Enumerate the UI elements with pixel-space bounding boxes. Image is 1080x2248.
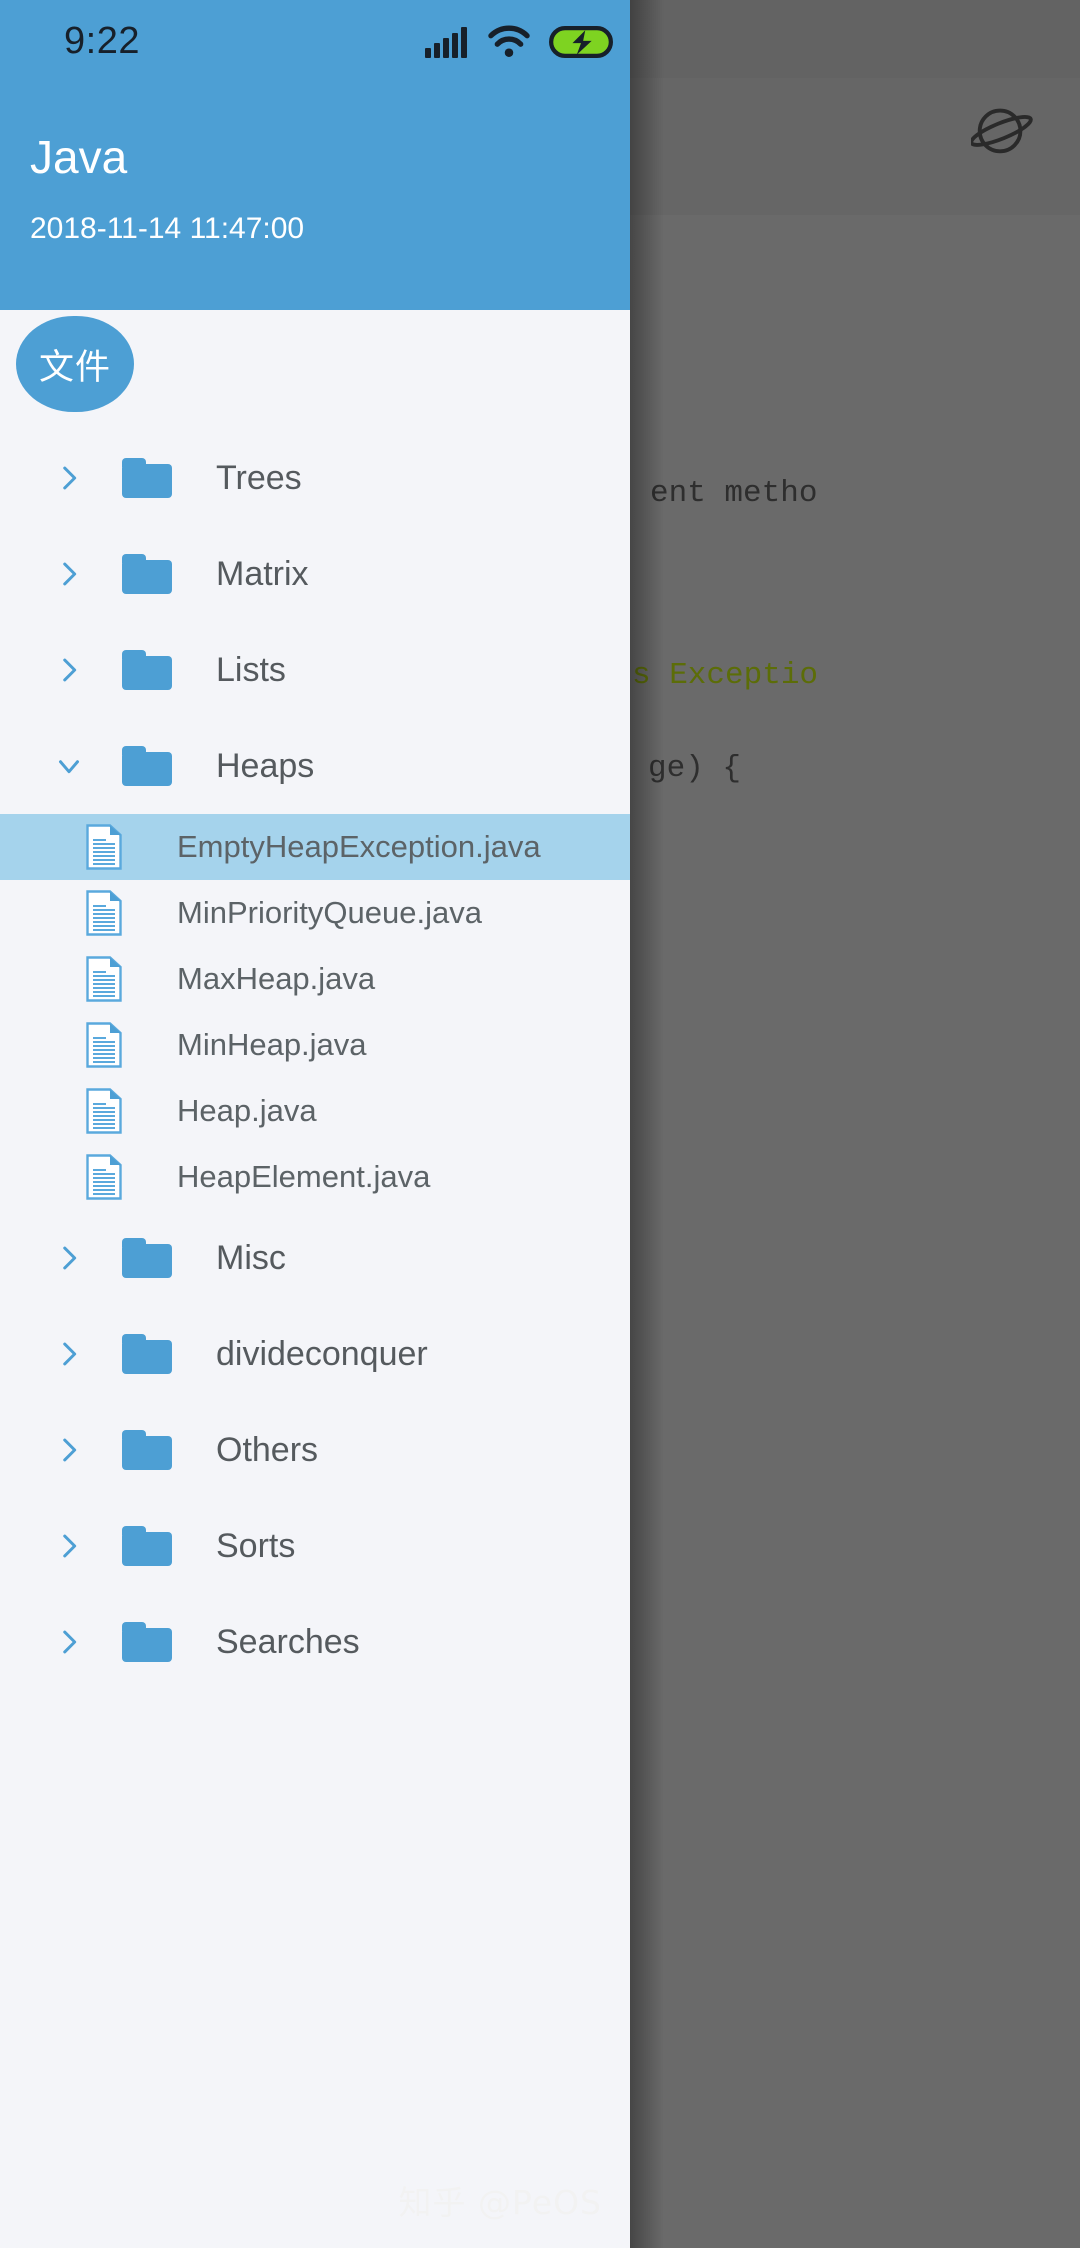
status-clock: 9:22	[64, 20, 140, 62]
file-icon	[86, 1022, 122, 1068]
tree-item-label: Searches	[216, 1622, 360, 1661]
tree-folder-row[interactable]: Searches	[0, 1594, 630, 1690]
status-bar: 9:22	[0, 0, 630, 78]
planet-icon[interactable]	[971, 98, 1033, 160]
file-icon	[86, 824, 122, 870]
folder-icon	[122, 554, 172, 594]
chevron-right-icon[interactable]	[52, 653, 86, 687]
tree-toggle[interactable]	[48, 1237, 90, 1279]
chevron-right-icon[interactable]	[52, 1433, 86, 1467]
chevron-down-icon[interactable]	[52, 749, 86, 783]
tree-toggle[interactable]	[48, 553, 90, 595]
tree-item-label: Heaps	[216, 746, 315, 785]
tree-folder-row[interactable]: Misc	[0, 1210, 630, 1306]
tree-toggle[interactable]	[48, 649, 90, 691]
chevron-right-icon[interactable]	[52, 1529, 86, 1563]
tree-toggle[interactable]	[48, 457, 90, 499]
folder-icon	[122, 650, 172, 690]
tree-file-row[interactable]: Heap.java	[0, 1078, 630, 1144]
tree-file-row[interactable]: MinHeap.java	[0, 1012, 630, 1078]
tree-folder-row[interactable]: Matrix	[0, 526, 630, 622]
file-icon	[86, 1154, 122, 1200]
tree-folder-row[interactable]: Heaps	[0, 718, 630, 814]
file-tree: Trees Matrix Lists Heaps EmptyHeapException.…	[0, 430, 630, 1690]
tree-file-row[interactable]: EmptyHeapException.java	[0, 814, 630, 880]
drawer-title: Java	[30, 131, 128, 183]
file-icon	[86, 890, 122, 936]
chevron-right-icon[interactable]	[52, 1625, 86, 1659]
tree-file-row[interactable]: MaxHeap.java	[0, 946, 630, 1012]
file-icon	[86, 956, 122, 1002]
navigation-drawer: 9:22 Java 2018-11-14 11:47:00 文件 Trees Ma…	[0, 0, 630, 2248]
tree-toggle[interactable]	[48, 1429, 90, 1471]
tree-toggle[interactable]	[48, 1333, 90, 1375]
code-line: ent metho	[650, 476, 818, 511]
tree-folder-row[interactable]: divideconquer	[0, 1306, 630, 1402]
drawer-header: 9:22 Java 2018-11-14 11:47:00	[0, 0, 630, 310]
folder-icon	[122, 458, 172, 498]
folder-icon	[122, 1334, 172, 1374]
tree-item-label: MinPriorityQueue.java	[177, 895, 482, 930]
folder-icon	[122, 1526, 172, 1566]
tree-file-row[interactable]: MinPriorityQueue.java	[0, 880, 630, 946]
tree-folder-row[interactable]: Trees	[0, 430, 630, 526]
signal-bars-icon	[425, 26, 467, 58]
tree-folder-row[interactable]: Sorts	[0, 1498, 630, 1594]
tree-item-label: HeapElement.java	[177, 1159, 431, 1194]
chevron-right-icon[interactable]	[52, 1337, 86, 1371]
tree-item-label: Sorts	[216, 1526, 296, 1565]
tree-toggle[interactable]	[48, 745, 90, 787]
tree-folder-row[interactable]: Others	[0, 1402, 630, 1498]
tree-item-label: Misc	[216, 1238, 286, 1277]
tree-folder-row[interactable]: Lists	[0, 622, 630, 718]
file-icon	[86, 1088, 122, 1134]
tree-item-label: divideconquer	[216, 1334, 428, 1373]
folder-icon	[122, 1430, 172, 1470]
files-chip-label: 文件	[38, 347, 111, 387]
status-icons	[425, 22, 613, 58]
tree-item-label: Matrix	[216, 554, 309, 593]
tree-item-label: MinHeap.java	[177, 1027, 367, 1062]
drawer-scrim[interactable]	[630, 0, 664, 2248]
folder-icon	[122, 1622, 172, 1662]
chevron-right-icon[interactable]	[52, 557, 86, 591]
wifi-icon	[488, 25, 530, 57]
tree-item-label: Others	[216, 1430, 319, 1469]
watermark: 知乎 @PeOS	[398, 2183, 602, 2222]
tree-item-label: Lists	[216, 650, 286, 689]
files-chip[interactable]: 文件	[16, 316, 134, 412]
tree-item-label: EmptyHeapException.java	[177, 829, 541, 864]
battery-charging-icon	[549, 26, 613, 58]
folder-icon	[122, 1238, 172, 1278]
drawer-subtitle: 2018-11-14 11:47:00	[30, 212, 305, 245]
chevron-right-icon[interactable]	[52, 1241, 86, 1275]
tree-toggle[interactable]	[48, 1525, 90, 1567]
tree-toggle[interactable]	[48, 1621, 90, 1663]
folder-icon	[122, 746, 172, 786]
tree-item-label: Heap.java	[177, 1093, 317, 1128]
chevron-right-icon[interactable]	[52, 461, 86, 495]
tree-file-row[interactable]: HeapElement.java	[0, 1144, 630, 1210]
tree-item-label: MaxHeap.java	[177, 961, 376, 996]
tree-item-label: Trees	[216, 458, 302, 497]
